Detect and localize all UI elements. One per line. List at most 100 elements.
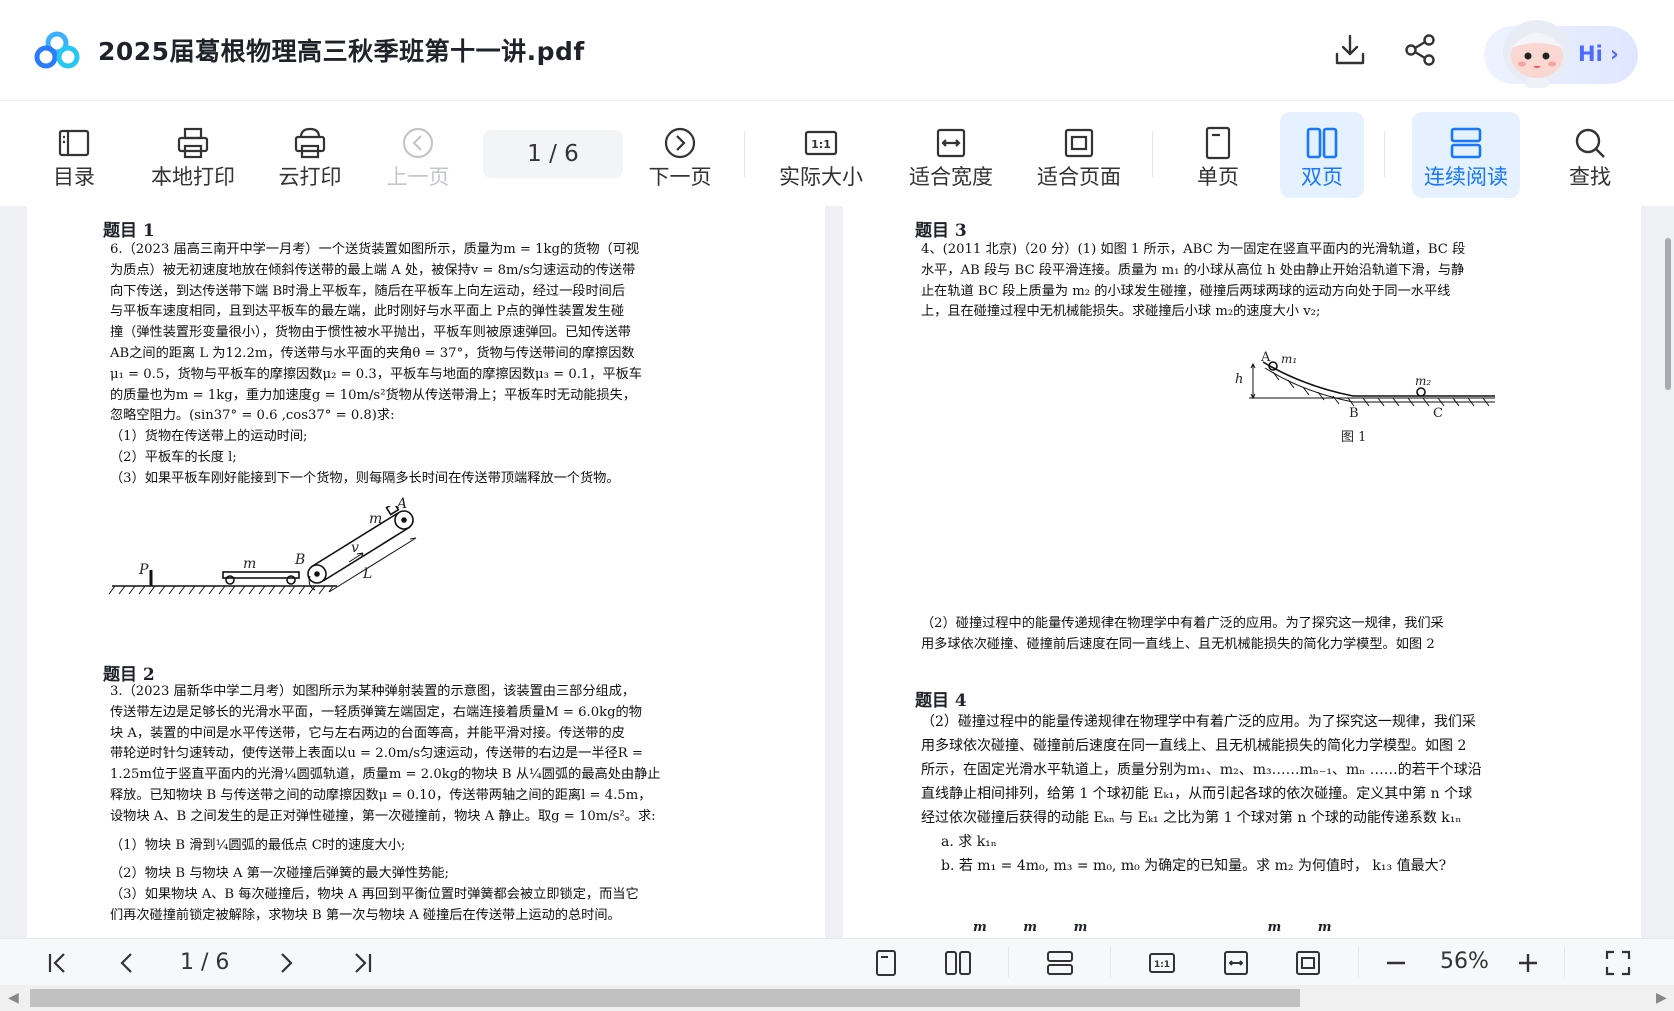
search-button[interactable]: 查找 [1562,101,1618,207]
zoom-out-icon[interactable] [1382,949,1410,977]
zoom-in-icon[interactable] [1514,949,1542,977]
actual-size-button[interactable]: 1:1 实际大小 [772,101,870,207]
fig-balls-labels-partial: m m m m m [973,920,1348,935]
toolbar-divider [744,131,745,177]
fig2-label-m1: m₁ [1281,352,1298,366]
fullscreen-icon[interactable] [1604,949,1632,977]
horizontal-scrollbar-thumb[interactable] [30,989,1300,1007]
double-page-button[interactable]: 双页 [1280,112,1364,198]
question-3b-text: （2）碰撞过程中的能量传递规律在物理学中有着广泛的应用。为了探究这一规律，我们采… [921,616,1444,652]
prev-page-label: 上一页 [386,165,450,189]
fit-width-icon[interactable] [1222,949,1250,977]
scroll-left-arrow-icon[interactable]: ◀ [8,990,19,1006]
assistant-avatar-icon[interactable] [1494,12,1580,90]
fig1-label-m: m [243,556,257,572]
printer-icon [175,125,211,161]
cloud-print-button[interactable]: 云打印 [272,101,348,207]
sidebar-icon [56,125,92,161]
catalog-label: 目录 [53,165,95,189]
document-title: 2025届葛根物理高三秋季班第十一讲.pdf [98,37,585,66]
fig1-label-a: A [397,496,408,512]
catalog-button[interactable]: 目录 [46,101,102,207]
bottom-divider [1110,947,1111,977]
fit-width-button[interactable]: 适合宽度 [902,101,1000,207]
document-viewer[interactable]: 题目 1 6.（2023 届高三南开中学一月考）一个送货装置如图所示，质量为m … [0,206,1674,938]
actual-size-icon: 1:1 [803,125,839,161]
share-icon[interactable] [1402,32,1438,68]
bottom-divider [1008,947,1009,977]
fig1-label-m-a: m [369,511,383,527]
toolbar: 目录 本地打印 云打印 上一页 1 / 6 下一页 1:1 实际大小 适合宽度 … [0,100,1674,207]
single-page-button[interactable]: 单页 [1190,101,1246,207]
next-page-icon[interactable] [272,949,300,977]
page-number-input[interactable]: 1 / 6 [483,130,623,178]
search-label: 查找 [1569,165,1611,189]
fig1-label-p: P [139,562,149,578]
fig2-label-a: A [1261,350,1271,365]
download-icon[interactable] [1332,32,1368,68]
first-page-icon[interactable] [44,949,72,977]
toolbar-divider [1384,131,1385,177]
double-page-label: 双页 [1301,165,1343,189]
fig2-label-c: C [1433,406,1443,421]
title-bar: 2025届葛根物理高三秋季班第十一讲.pdf Hi › [0,0,1674,100]
local-print-label: 本地打印 [151,165,235,189]
question-3-text: 4、(2011 北京)（20 分）(1) 如图 1 所示，ABC 为一固定在竖直… [921,242,1466,320]
scroll-right-arrow-icon[interactable]: ▶ [1656,990,1667,1006]
cloud-printer-icon [292,125,328,161]
fit-width-label: 适合宽度 [909,165,993,189]
search-icon [1572,125,1608,161]
fig1-label-l: L [363,566,373,582]
fit-page-button[interactable]: 适合页面 [1030,101,1128,207]
track-figure: A m₁ h m₂ B C 图 1 [1233,350,1503,445]
double-page-icon[interactable] [944,949,972,977]
single-page-label: 单页 [1197,165,1239,189]
toolbar-divider [1152,131,1153,177]
continuous-read-icon [1448,125,1484,161]
app-logo-icon [34,30,80,70]
pdf-page-right: 题目 3 4、(2011 北京)（20 分）(1) 如图 1 所示，ABC 为一… [843,206,1641,938]
question-1-heading: 题目 1 [103,221,155,241]
actual-size-label: 实际大小 [779,165,863,189]
last-page-icon[interactable] [348,949,376,977]
svg-text:1:1: 1:1 [1154,960,1170,970]
prev-circle-icon [400,125,436,161]
fig2-label-h: h [1235,372,1244,387]
prev-page-icon[interactable] [114,949,142,977]
question-2-text: 3.（2023 届新华中学二月考）如图所示为某种弹射装置的示意图，该装置由三部分… [110,684,661,923]
question-1-text: 6.（2023 届高三南开中学一月考）一个送货装置如图所示，质量为m = 1kg… [110,242,643,486]
next-circle-icon [662,125,698,161]
vertical-scrollbar-thumb[interactable] [1665,238,1671,390]
bottom-divider [1358,947,1359,977]
fig2-label-b: B [1349,406,1359,421]
continuous-read-icon[interactable] [1046,949,1074,977]
continuous-read-label: 连续阅读 [1424,165,1508,189]
fit-width-icon [933,125,969,161]
fit-page-label: 适合页面 [1037,165,1121,189]
fit-page-icon[interactable] [1294,949,1322,977]
next-page-button[interactable]: 下一页 [642,101,718,207]
zoom-level: 56% [1440,949,1489,974]
actual-size-icon[interactable]: 1:1 [1148,949,1176,977]
continuous-read-button[interactable]: 连续阅读 [1412,112,1520,198]
question-3-heading: 题目 3 [915,221,967,241]
conveyor-figure: m A B P m v L [107,496,467,636]
fig2-label-m2: m₂ [1415,374,1432,388]
pdf-page-left: 题目 1 6.（2023 届高三南开中学一月考）一个送货装置如图所示，质量为m … [27,206,825,938]
single-page-icon [1200,125,1236,161]
hi-label[interactable]: Hi › [1578,42,1619,66]
svg-text:1:1: 1:1 [811,138,831,151]
bottom-divider [1564,947,1565,977]
single-page-icon[interactable] [872,949,900,977]
prev-page-button[interactable]: 上一页 [380,101,456,207]
cloud-print-label: 云打印 [278,165,342,189]
fit-page-icon [1061,125,1097,161]
local-print-button[interactable]: 本地打印 [144,101,242,207]
next-page-label: 下一页 [648,165,712,189]
bottom-page-indicator[interactable]: 1 / 6 [180,950,229,975]
question-4-heading: 题目 4 [915,691,967,711]
bottom-bar: 1 / 6 1:1 56% [0,938,1674,986]
horizontal-scrollbar[interactable]: ◀ ▶ [0,985,1674,1011]
double-page-icon [1304,125,1340,161]
fig1-label-b: B [295,552,306,568]
